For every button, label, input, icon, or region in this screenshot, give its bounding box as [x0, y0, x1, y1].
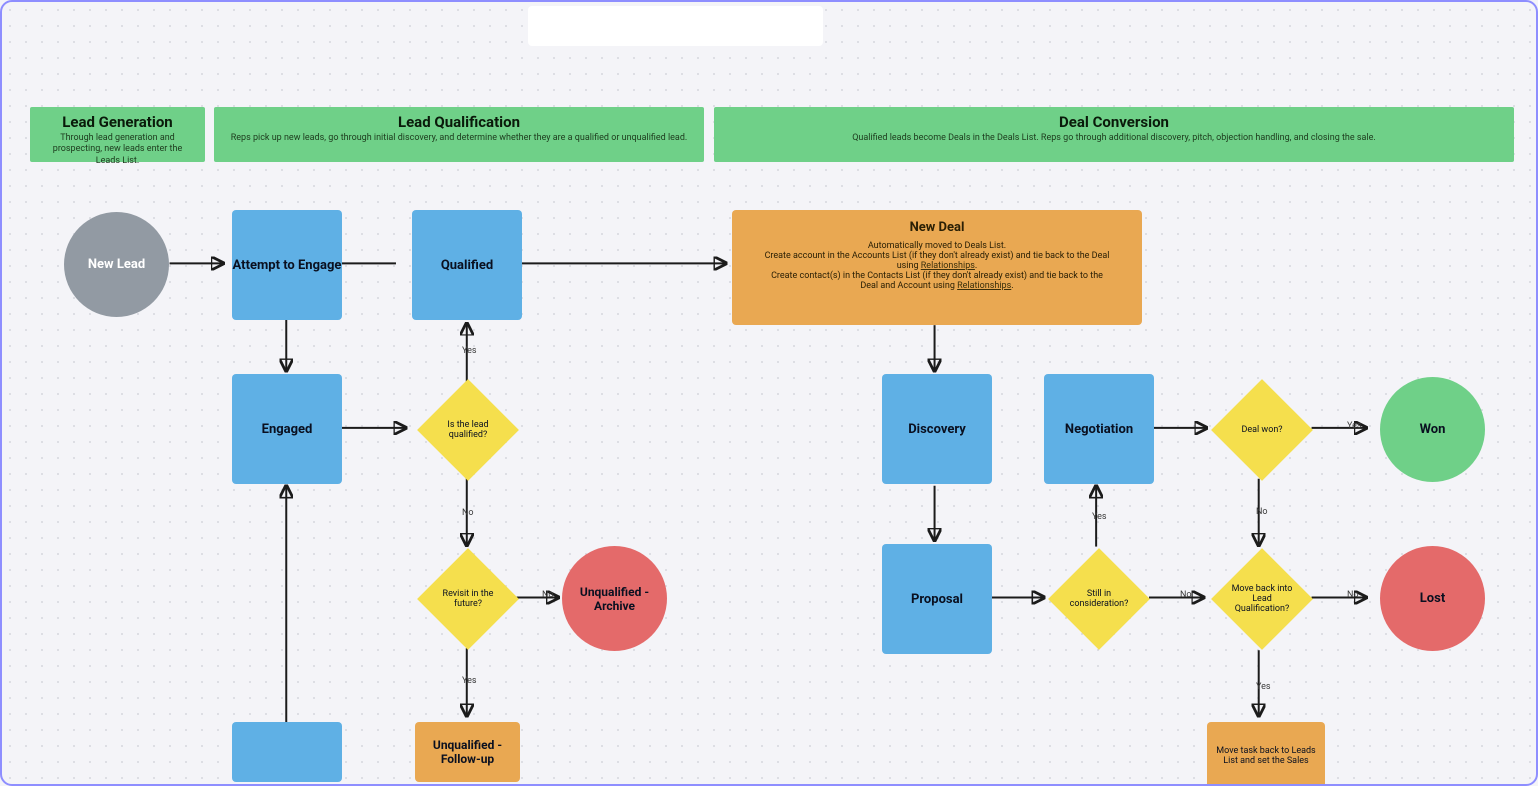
stage-lead-generation: Lead Generation Through lead generation …: [30, 107, 205, 162]
decision-revisit[interactable]: Revisit in the future?: [417, 548, 519, 650]
new-deal-l1: Automatically moved to Deals List.: [762, 241, 1112, 251]
node-qualified[interactable]: Qualified: [412, 210, 522, 320]
label-yes: Yes: [462, 346, 477, 356]
decision-move-back[interactable]: Move back into Lead Qualification?: [1211, 548, 1313, 650]
node-lost[interactable]: Lost: [1380, 546, 1485, 651]
stage-deal-conversion: Deal Conversion Qualified leads become D…: [714, 107, 1514, 162]
node-discovery[interactable]: Discovery: [882, 374, 992, 484]
label-no: No: [462, 508, 474, 518]
node-move-task[interactable]: Move task back to Leads List and set the…: [1207, 722, 1325, 786]
node-won[interactable]: Won: [1380, 377, 1485, 482]
label-yes: Yes: [1256, 682, 1271, 692]
stage-sub: Qualified leads become Deals in the Deal…: [724, 133, 1504, 144]
label-no: No: [1347, 590, 1359, 600]
new-deal-l2: Create account in the Accounts List (if …: [762, 251, 1112, 271]
label-yes: Yes: [462, 676, 477, 686]
decision-still-consideration[interactable]: Still in consideration?: [1048, 548, 1150, 650]
node-new-deal[interactable]: New Deal Automatically moved to Deals Li…: [732, 210, 1142, 325]
label-yes: Yes: [1347, 421, 1362, 431]
stage-sub: Reps pick up new leads, go through initi…: [224, 133, 694, 144]
stage-title: Deal Conversion: [724, 113, 1504, 131]
node-engaged[interactable]: Engaged: [232, 374, 342, 484]
stage-title: Lead Qualification: [224, 113, 694, 131]
node-unqualified-followup[interactable]: Unqualified - Follow-up: [415, 722, 520, 782]
decision-deal-won[interactable]: Deal won?: [1211, 379, 1313, 481]
label-no: No: [1256, 507, 1268, 517]
node-proposal[interactable]: Proposal: [882, 544, 992, 654]
diagram-canvas[interactable]: Lead Generation Through lead generation …: [0, 0, 1538, 786]
stage-title: Lead Generation: [40, 113, 195, 131]
label-no: No: [1180, 590, 1192, 600]
node-new-lead[interactable]: New Lead: [64, 212, 169, 317]
label-no: No: [542, 590, 554, 600]
label-yes: Yes: [1092, 512, 1107, 522]
node-negotiation[interactable]: Negotiation: [1044, 374, 1154, 484]
new-deal-title: New Deal: [762, 220, 1112, 235]
node-unqualified-archive[interactable]: Unqualified - Archive: [562, 546, 667, 651]
new-deal-l3: Create contact(s) in the Contacts List (…: [762, 271, 1112, 291]
node-blank-loop[interactable]: [232, 722, 342, 782]
stage-lead-qualification: Lead Qualification Reps pick up new lead…: [214, 107, 704, 162]
stage-sub: Through lead generation and prospecting,…: [40, 133, 195, 167]
decision-lead-qualified[interactable]: Is the lead qualified?: [417, 379, 519, 481]
node-attempt-engage[interactable]: Attempt to Engage: [232, 210, 342, 320]
